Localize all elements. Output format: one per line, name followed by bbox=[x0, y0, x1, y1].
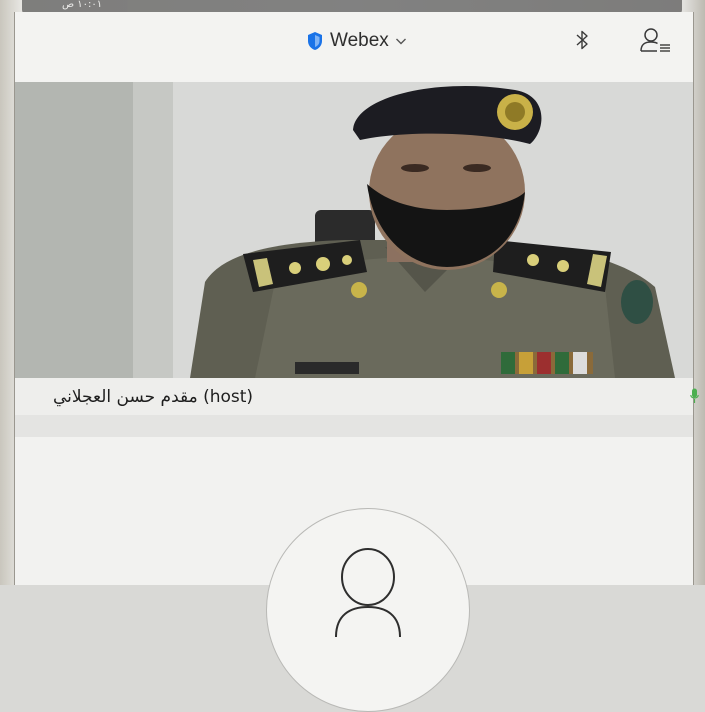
bluetooth-icon[interactable] bbox=[573, 28, 591, 52]
chevron-down-icon bbox=[395, 38, 406, 45]
webex-menu-button[interactable]: Webex bbox=[306, 30, 407, 52]
participant-name-label: مقدم حسن العجلاني (host) bbox=[53, 387, 254, 407]
self-avatar[interactable] bbox=[266, 508, 470, 712]
webex-app-window: Webex مقدم حسن العجلاني (host) bbox=[14, 12, 699, 712]
microphone-icon bbox=[690, 388, 699, 403]
status-time: ١٠:٠١ ص bbox=[62, 0, 103, 10]
participant-video-feed[interactable] bbox=[15, 82, 693, 378]
webex-brand-label: Webex bbox=[330, 30, 389, 51]
meeting-header: Webex bbox=[15, 12, 693, 82]
section-divider bbox=[15, 415, 693, 437]
photo-frame: ١٠:٠١ ص Webex مقدم حسن العجلاني (host) bbox=[0, 0, 705, 712]
shield-icon bbox=[308, 32, 322, 50]
avatar-placeholder-icon bbox=[335, 548, 401, 637]
participant-name-bar: مقدم حسن العجلاني (host) bbox=[15, 378, 699, 415]
self-view-panel bbox=[15, 437, 693, 712]
participants-icon[interactable] bbox=[639, 26, 671, 54]
participant-video-image bbox=[15, 82, 693, 378]
